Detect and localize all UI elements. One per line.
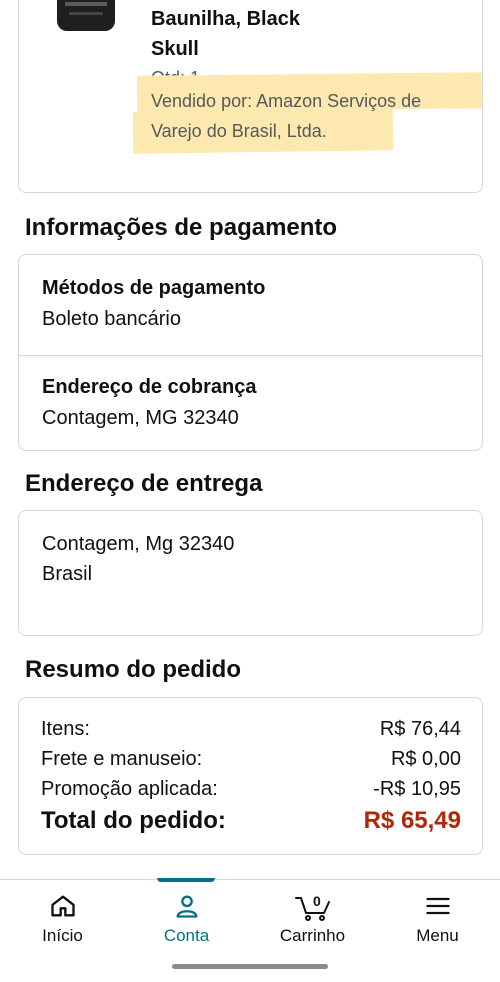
nav-label-account: Conta — [163, 926, 210, 945]
summary-amount: -R$ 10,95 — [373, 778, 461, 800]
seller-info: Vendido por: Amazon Serviços de Varejo d… — [132, 72, 491, 154]
home-icon — [49, 892, 77, 925]
summary-row-shipping: Frete e manuseio: R$ 0,00 — [41, 748, 461, 771]
billing-address-value: Contagem, MG 32340 — [42, 407, 239, 429]
nav-item-home[interactable]: Início — [0, 880, 125, 952]
summary-label: Frete e manuseio: — [41, 748, 203, 770]
order-total-amount: R$ 65,49 — [363, 807, 461, 834]
summary-label: Itens: — [41, 718, 90, 740]
user-icon — [173, 892, 201, 925]
nav-item-menu[interactable]: Menu — [375, 880, 500, 952]
shipping-address-line2: Brasil — [42, 563, 93, 585]
product-image[interactable] — [57, 0, 115, 31]
summary-label: Promoção aplicada: — [41, 778, 218, 800]
seller-line1: Vendido por: Amazon Serviços de — [151, 91, 422, 111]
nav-label-cart: Carrinho — [279, 926, 346, 945]
billing-address-label: Endereço de cobrança — [42, 376, 257, 398]
seller-line2: Varejo do Brasil, Ltda. — [151, 121, 327, 141]
nav-label-home: Início — [42, 926, 83, 945]
order-summary-card: Itens: R$ 76,44 Frete e manuseio: R$ 0,0… — [18, 697, 483, 855]
product-title-line1[interactable]: Baunilha, Black — [151, 4, 451, 34]
menu-icon — [424, 892, 452, 925]
summary-row-items: Itens: R$ 76,44 — [41, 718, 461, 741]
product-title-line2[interactable]: Skull — [151, 34, 451, 64]
nav-item-account[interactable]: Conta — [124, 880, 249, 952]
summary-amount: R$ 0,00 — [390, 748, 461, 770]
product-card: Baunilha, Black Skull Qtd: 1 Vendido por… — [18, 0, 483, 193]
cart-icon: 0 — [294, 892, 332, 927]
product-title[interactable]: Baunilha, Black Skull — [151, 4, 451, 64]
payment-section-title: Informações de pagamento — [25, 214, 338, 241]
order-total-label: Total do pedido: — [41, 807, 226, 834]
cart-count-badge: 0 — [313, 893, 321, 909]
payment-methods-value: Boleto bancário — [42, 308, 181, 330]
bottom-nav: Início Conta 0 Carrinho Menu — [0, 878, 500, 952]
payment-methods-row[interactable]: Métodos de pagamento Boleto bancário — [19, 255, 482, 356]
summary-row-total: Total do pedido: R$ 65,49 — [41, 807, 461, 835]
payment-methods-label: Métodos de pagamento — [42, 277, 266, 299]
payment-card: Métodos de pagamento Boleto bancário End… — [18, 254, 483, 451]
shipping-address-line1: Contagem, Mg 32340 — [42, 533, 235, 555]
nav-label-menu: Menu — [416, 926, 459, 945]
nav-item-cart[interactable]: 0 Carrinho — [250, 880, 375, 952]
summary-amount: R$ 76,44 — [379, 718, 461, 740]
summary-section-title: Resumo do pedido — [25, 656, 241, 683]
summary-row-promotion: Promoção aplicada: -R$ 10,95 — [41, 778, 461, 801]
shipping-section-title: Endereço de entrega — [25, 470, 263, 497]
system-home-indicator[interactable] — [172, 964, 328, 969]
shipping-card: Contagem, Mg 32340 Brasil — [18, 510, 483, 636]
